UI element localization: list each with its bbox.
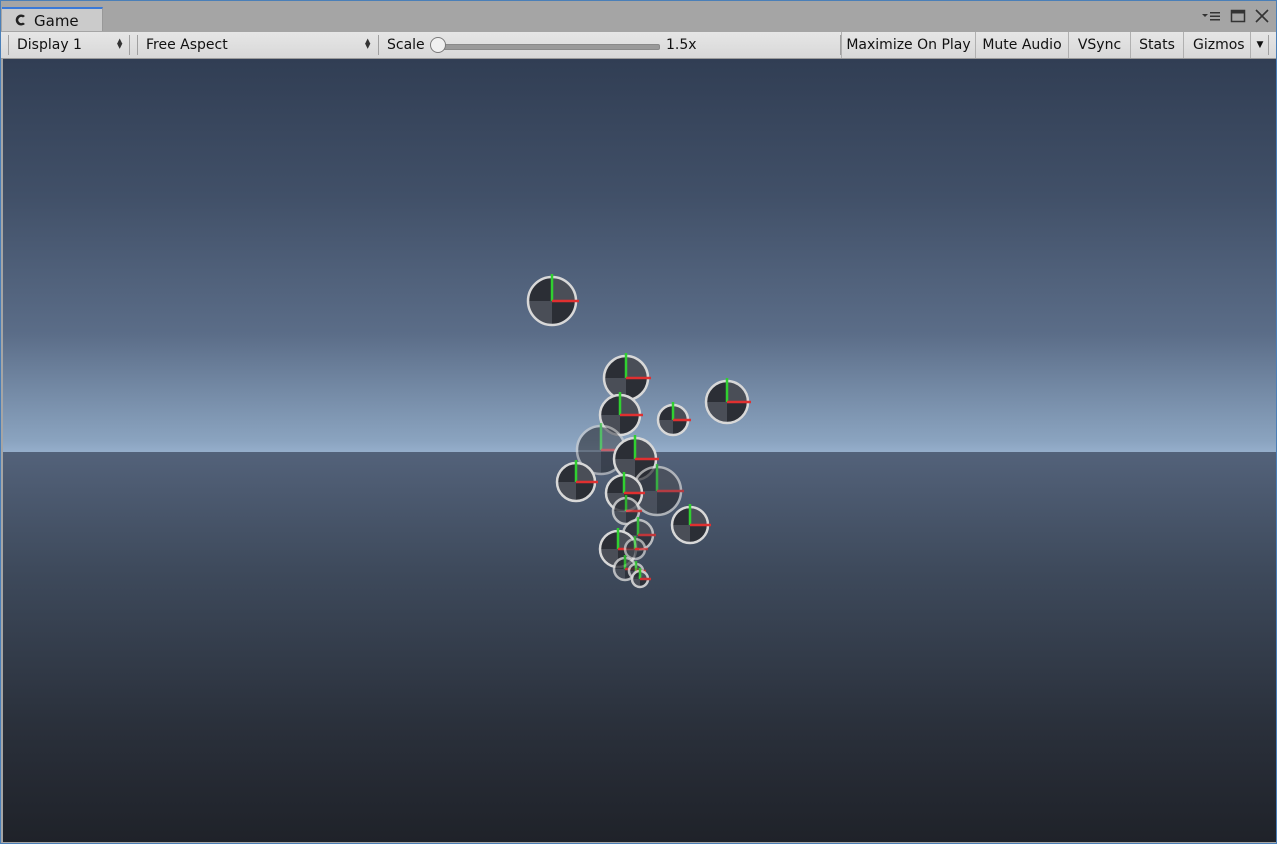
scene-objects: [526, 274, 751, 589]
game-window: Game Display 1 ▲▼ Free Aspect ▲▼ Scale: [0, 0, 1277, 844]
game-toolbar: Display 1 ▲ ▼ Free Aspect ▲ ▼ Scale 1.5x M…: [1, 32, 1276, 59]
display-value: Display 1: [17, 37, 82, 53]
mute-audio-button[interactable]: Mute Audio: [975, 32, 1068, 58]
sphere-gizmo: [670, 504, 711, 545]
sphere-gizmo: [656, 402, 691, 437]
scale-value: 1.5x: [666, 37, 697, 53]
sphere-gizmo: [704, 378, 751, 425]
aspect-dropdown[interactable]: Free Aspect ▲ ▼: [138, 32, 378, 58]
menu-icon[interactable]: [1201, 8, 1223, 24]
scale-slider-thumb[interactable]: [430, 37, 446, 53]
updown-arrows-icon: ▲ ▼: [117, 37, 123, 50]
updown-arrows-icon: ▲ ▼: [365, 37, 371, 50]
vsync-button[interactable]: VSync: [1068, 32, 1130, 58]
sphere-gizmo: [526, 274, 579, 327]
game-viewport[interactable]: [3, 59, 1276, 842]
close-icon[interactable]: [1254, 8, 1270, 24]
gizmos-dropdown-arrow-icon[interactable]: ▼: [1250, 32, 1269, 58]
scale-slider-track[interactable]: [438, 44, 660, 50]
sphere-gizmo: [602, 353, 651, 402]
aspect-value: Free Aspect: [146, 37, 228, 53]
maximize-on-play-button[interactable]: Maximize On Play: [841, 32, 975, 58]
unity-game-icon: [15, 14, 25, 26]
stats-button[interactable]: Stats: [1130, 32, 1183, 58]
display-dropdown[interactable]: Display 1 ▲ ▼: [9, 32, 129, 58]
tab-bar: Game: [1, 1, 1276, 31]
separator: [129, 35, 130, 55]
tab-game[interactable]: Game: [2, 7, 103, 31]
scale-label: Scale: [387, 37, 425, 53]
maximize-icon[interactable]: [1230, 8, 1246, 24]
separator: [378, 35, 379, 55]
separator: [1268, 35, 1269, 55]
gizmos-button[interactable]: Gizmos: [1183, 32, 1253, 58]
tab-label: Game: [34, 12, 79, 30]
